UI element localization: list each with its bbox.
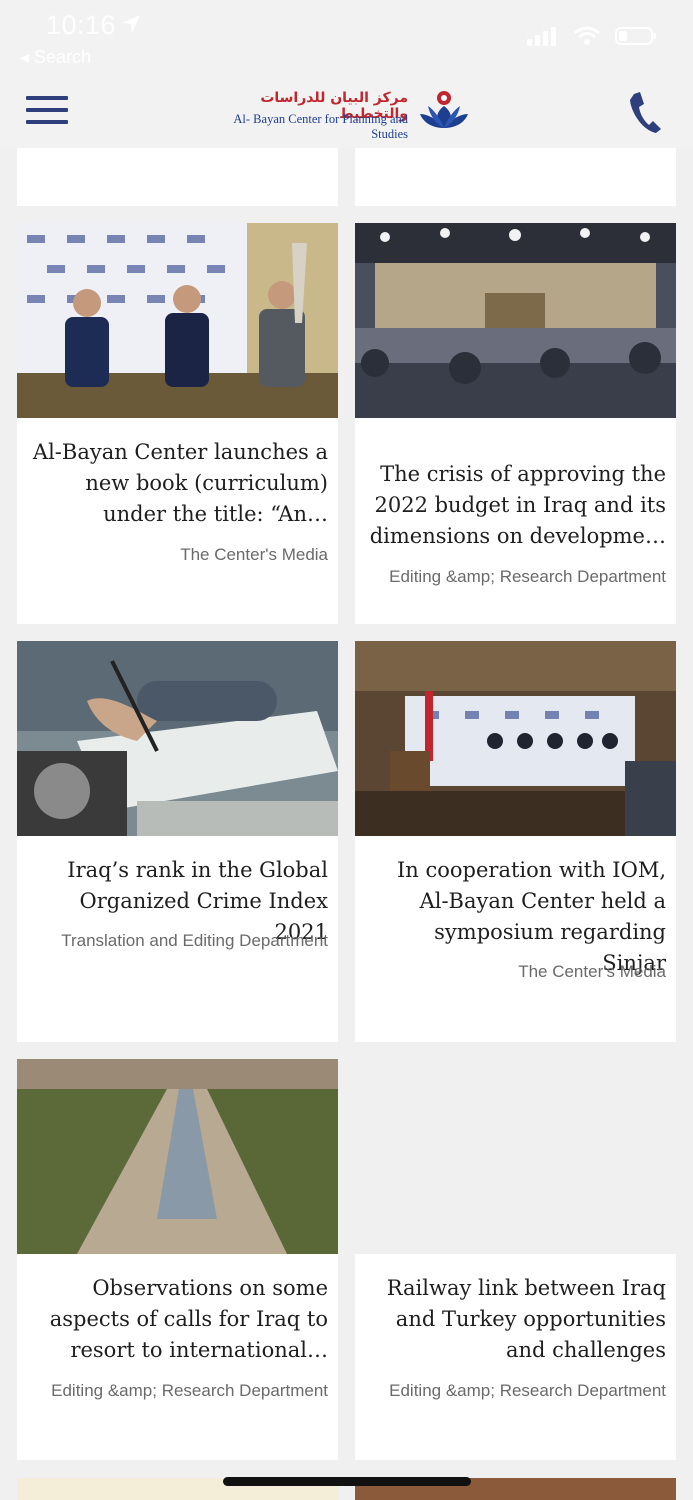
article-source: Editing &amp; Research Department	[389, 1381, 666, 1400]
status-time: 10:16	[46, 10, 117, 40]
logo-english-text: Al- Bayan Center for Planning and Studie…	[233, 112, 408, 141]
article-card-partial[interactable]	[17, 148, 338, 206]
hamburger-menu-button[interactable]	[26, 96, 68, 126]
hamburger-icon	[26, 96, 68, 100]
app-header: 10:16 ◂ Search مركز البيان للدراسات والت…	[0, 0, 693, 148]
status-icons	[527, 26, 657, 46]
phone-icon[interactable]	[628, 90, 662, 134]
back-to-search-link[interactable]: ◂ Search	[20, 47, 91, 68]
signal-icon	[527, 27, 556, 46]
article-title[interactable]: Observations on some aspects of calls fo…	[27, 1273, 328, 1366]
article-card[interactable]: The crisis of approving the 2022 budget …	[355, 223, 676, 624]
article-card[interactable]: In cooperation with IOM, Al-Bayan Center…	[355, 641, 676, 1042]
article-source: Editing &amp; Research Department	[51, 1381, 328, 1400]
article-source: The Center's Media	[180, 545, 328, 564]
article-thumbnail	[17, 641, 338, 836]
article-card[interactable]: Railway link between Iraq and Turkey opp…	[355, 1059, 676, 1460]
location-arrow-icon	[122, 15, 140, 33]
article-source: The Center's Media	[518, 962, 666, 981]
article-title[interactable]: Al-Bayan Center launches a new book (cur…	[27, 437, 328, 530]
article-card[interactable]: Al-Bayan Center launches a new book (cur…	[17, 223, 338, 624]
article-source: Translation and Editing Department	[61, 931, 328, 950]
article-card[interactable]: Iraq’s rank in the Global Organized Crim…	[17, 641, 338, 1042]
article-thumbnail	[17, 223, 338, 418]
article-card[interactable]: Observations on some aspects of calls fo…	[17, 1059, 338, 1460]
wifi-icon	[574, 26, 600, 45]
article-source: Editing &amp; Research Department	[389, 567, 666, 586]
article-thumbnail	[355, 223, 676, 418]
battery-icon	[615, 27, 656, 45]
article-thumbnail-placeholder	[355, 1059, 676, 1254]
article-card-partial[interactable]	[355, 148, 676, 206]
article-title[interactable]: Railway link between Iraq and Turkey opp…	[365, 1273, 666, 1366]
lotus-logo-icon	[420, 91, 468, 128]
article-title[interactable]: The crisis of approving the 2022 budget …	[365, 459, 666, 552]
home-indicator[interactable]	[223, 1477, 471, 1486]
article-title[interactable]: In cooperation with IOM, Al-Bayan Center…	[365, 855, 666, 979]
brand-logo[interactable]: مركز البيان للدراسات والتخطيط Al- Bayan …	[222, 88, 474, 141]
article-thumbnail	[17, 1059, 338, 1254]
article-thumbnail	[355, 641, 676, 836]
